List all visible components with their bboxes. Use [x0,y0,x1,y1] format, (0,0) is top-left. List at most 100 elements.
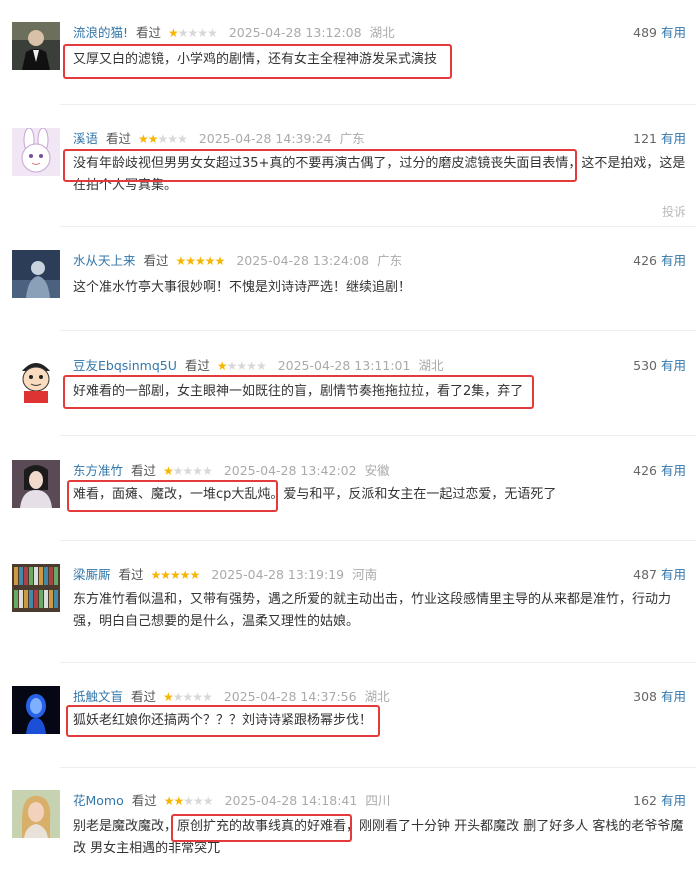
comment-item: 流浪的猫! 看过 ★★★★★ 2025-04-28 13:12:08 湖北 48… [0,22,696,92]
star-empty-icon: ★ [172,464,184,478]
watch-status: 看过 [131,793,157,808]
rating-stars: ★★★★★ [164,794,214,808]
rating-stars: ★★★★★ [163,464,213,478]
useful-count: 489 [633,25,657,40]
avatar[interactable] [12,564,60,612]
star-filled-icon: ★ [195,254,206,268]
avatar[interactable] [12,460,60,508]
useful-count: 426 [633,253,657,268]
star-empty-icon: ★ [167,132,178,146]
useful-vote[interactable]: 308 有用 [633,686,686,708]
bookshelf-avatar-icon [12,564,60,612]
username-link[interactable]: 梁厮厮 [73,567,111,582]
comment-item: 梁厮厮 看过 ★★★★★ 2025-04-28 13:19:19 河南 487 有… [0,564,696,634]
comment-location: 广东 [339,131,365,146]
report-link[interactable]: 投诉 [662,203,686,220]
username-link[interactable]: 花Momo [73,793,124,808]
rating-stars: ★★★★★ [168,26,218,40]
useful-vote[interactable]: 487 有用 [633,564,686,586]
comment-text: 这个准水竹亭大事很妙啊！不愧是刘诗诗严选！继续追剧！ [73,280,412,295]
comment-item: 豆友Ebqsinmq5U 看过 ★★★★★ 2025-04-28 13:11:0… [0,355,696,415]
divider [60,226,696,227]
useful-button[interactable]: 有用 [661,463,686,478]
highlight-box [63,149,577,182]
watch-status: 看过 [131,689,157,704]
star-empty-icon: ★ [183,794,194,808]
comment-time: 2025-04-28 14:39:24 [198,131,332,146]
useful-count: 162 [633,793,657,808]
useful-button[interactable]: 有用 [661,567,686,582]
username-link[interactable]: 流浪的猫! [73,25,128,40]
comment-meta: 豆友Ebqsinmq5U 看过 ★★★★★ 2025-04-28 13:11:0… [73,355,443,377]
useful-vote[interactable]: 530 有用 [633,355,686,377]
star-filled-icon: ★ [170,568,181,582]
comment-meta: 水从天上来 看过 ★★★★★ 2025-04-28 13:24:08 广东 [73,250,402,272]
username-link[interactable]: 东方准竹 [73,463,123,478]
comment-time: 2025-04-28 13:11:01 [277,358,411,373]
useful-vote[interactable]: 489 有用 [633,22,686,44]
star-empty-icon: ★ [202,464,213,478]
star-empty-icon: ★ [226,359,238,373]
star-empty-icon: ★ [182,690,194,704]
avatar[interactable] [12,128,60,176]
comment-meta: 花Momo 看过 ★★★★★ 2025-04-28 14:18:41 四川 [73,790,390,812]
star-empty-icon: ★ [236,359,247,373]
useful-vote[interactable]: 426 有用 [633,460,686,482]
watch-status: 看过 [106,131,132,146]
avatar[interactable] [12,686,60,734]
comment-location: 湖北 [369,25,395,40]
comment-meta: 梁厮厮 看过 ★★★★★ 2025-04-28 13:19:19 河南 [73,564,377,586]
username-link[interactable]: 溪语 [73,131,98,146]
useful-count: 487 [633,567,657,582]
highlight-box [63,44,452,79]
useful-button[interactable]: 有用 [661,793,686,808]
comment-location: 湖北 [418,358,444,373]
username-link[interactable]: 豆友Ebqsinmq5U [73,358,177,373]
star-filled-icon: ★ [204,254,216,268]
star-filled-icon: ★ [179,568,191,582]
star-empty-icon: ★ [177,26,189,40]
star-empty-icon: ★ [172,690,184,704]
comment-item: 溪语 看过 ★★★★★ 2025-04-28 14:39:24 广东 121 有用… [0,128,696,220]
useful-count: 121 [633,131,657,146]
useful-vote[interactable]: 162 有用 [633,790,686,812]
star-empty-icon: ★ [197,26,208,40]
avatar[interactable] [12,22,60,70]
useful-count: 308 [633,689,657,704]
comment-item: 东方准竹 看过 ★★★★★ 2025-04-28 13:42:02 安徽 426… [0,460,696,520]
useful-vote[interactable]: 426 有用 [633,250,686,272]
avatar[interactable] [12,790,60,838]
dark-suited-man-avatar-icon [12,22,60,70]
comment-time: 2025-04-28 13:42:02 [223,463,357,478]
comment-location: 河南 [352,567,378,582]
avatar[interactable] [12,250,60,298]
useful-button[interactable]: 有用 [661,131,686,146]
star-filled-icon: ★ [189,568,201,582]
useful-button[interactable]: 有用 [661,253,686,268]
watch-status: 看过 [118,567,144,582]
comment-text: 别老是魔改魔改，原创扩充的故事线真的好难看，刚刚看了十分钟 开头都魔改 删了好多… [73,819,684,856]
useful-count: 530 [633,358,657,373]
comment-location: 安徽 [364,463,390,478]
comment-time: 2025-04-28 13:12:08 [228,25,362,40]
rating-stars: ★★★★★ [163,690,213,704]
star-filled-icon: ★ [163,464,174,478]
comment-location: 湖北 [364,689,390,704]
avatar[interactable] [12,355,60,403]
useful-button[interactable]: 有用 [661,689,686,704]
white-rabbit-avatar-icon [12,128,60,176]
useful-vote[interactable]: 121 有用 [633,128,686,150]
star-filled-icon: ★ [168,26,179,40]
star-empty-icon: ★ [207,26,218,40]
watch-status: 看过 [136,25,162,40]
star-empty-icon: ★ [192,464,203,478]
divider [60,435,696,436]
useful-button[interactable]: 有用 [661,25,686,40]
comment-time: 2025-04-28 14:37:56 [223,689,357,704]
comment-item: 花Momo 看过 ★★★★★ 2025-04-28 14:18:41 四川 16… [0,790,696,870]
useful-button[interactable]: 有用 [661,358,686,373]
username-link[interactable]: 水从天上来 [73,253,136,268]
username-link[interactable]: 抵触文盲 [73,689,123,704]
star-filled-icon: ★ [214,254,226,268]
divider [60,330,696,331]
